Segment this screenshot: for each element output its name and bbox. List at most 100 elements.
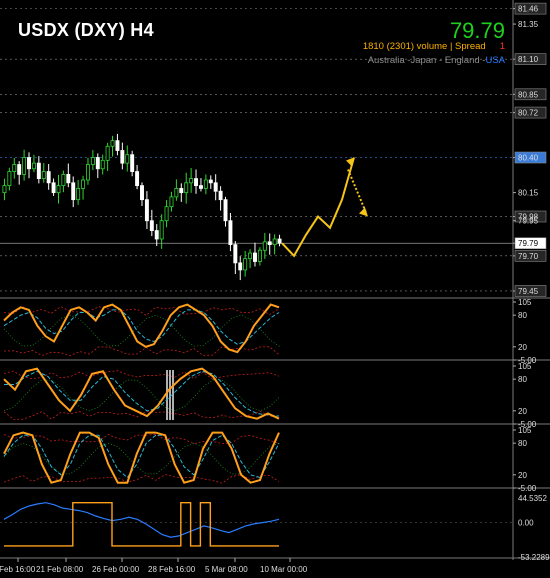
candle[interactable] xyxy=(208,175,213,189)
candle[interactable] xyxy=(272,234,277,255)
candle[interactable] xyxy=(159,214,164,249)
price-label: 80.85 xyxy=(518,90,539,99)
candle-body xyxy=(71,182,76,201)
indicator-axis-label: 105 xyxy=(518,298,532,307)
candle-body xyxy=(184,182,189,194)
candle[interactable] xyxy=(7,167,12,191)
candle[interactable] xyxy=(262,233,267,259)
candle-body xyxy=(56,185,61,194)
candlestick-series[interactable] xyxy=(2,133,282,281)
candle[interactable] xyxy=(12,158,17,179)
sessions-usa: USA xyxy=(485,55,505,66)
candle-body xyxy=(272,238,277,246)
candle[interactable] xyxy=(223,196,228,227)
candle[interactable] xyxy=(149,209,154,237)
candle[interactable] xyxy=(194,169,199,194)
candle-body xyxy=(12,164,17,172)
indicator-axis-label: 20 xyxy=(518,343,527,352)
candle[interactable] xyxy=(203,174,208,195)
candle-body xyxy=(267,241,272,246)
candle[interactable] xyxy=(164,200,169,228)
candle[interactable] xyxy=(2,178,7,201)
candle[interactable] xyxy=(85,157,90,185)
candle[interactable] xyxy=(125,145,130,172)
oscillator-panel-1[interactable] xyxy=(3,303,280,357)
indicator-axis-label: 80 xyxy=(518,375,527,384)
indicator-axes: 1058020-5.001058020-5.001058020-5.0044.5… xyxy=(513,298,550,562)
candle-body xyxy=(22,157,27,175)
sessions-text: Australia -Japan - England - xyxy=(367,55,486,66)
candle-body xyxy=(262,241,267,251)
candle[interactable] xyxy=(233,241,238,275)
candle[interactable] xyxy=(189,167,194,193)
candle[interactable] xyxy=(248,249,253,269)
candle[interactable] xyxy=(41,163,46,183)
candle-body xyxy=(179,188,184,194)
candle[interactable] xyxy=(27,152,31,179)
oscillator-panel-3[interactable] xyxy=(3,431,280,484)
price-label: 79.79 xyxy=(518,239,539,248)
candle[interactable] xyxy=(51,178,56,196)
candle[interactable] xyxy=(120,142,125,170)
candle-body xyxy=(257,249,262,262)
indicator-axis-label: 80 xyxy=(518,439,527,448)
candle[interactable] xyxy=(71,176,76,208)
candle[interactable] xyxy=(243,250,248,277)
oscillator-histogram-bar xyxy=(169,370,171,420)
candle[interactable] xyxy=(184,172,189,204)
candle[interactable] xyxy=(105,142,110,171)
candle[interactable] xyxy=(81,175,86,200)
candle[interactable] xyxy=(22,149,27,181)
candle[interactable] xyxy=(257,247,262,266)
candle[interactable] xyxy=(115,133,120,156)
candle-body xyxy=(238,262,243,271)
candle-body xyxy=(198,185,203,189)
candle-body xyxy=(194,178,199,187)
candle[interactable] xyxy=(218,186,223,211)
price-label: 79.45 xyxy=(518,287,539,296)
candle-body xyxy=(85,164,90,181)
trading-chart-canvas[interactable]: 81.4681.3581.1080.8580.7280.4080.1579.98… xyxy=(0,0,550,578)
candle[interactable] xyxy=(17,161,22,185)
momentum-panel[interactable] xyxy=(0,502,513,547)
chart-frames xyxy=(0,0,550,560)
candle[interactable] xyxy=(36,156,41,184)
candle[interactable] xyxy=(169,191,174,212)
candle[interactable] xyxy=(144,191,149,229)
candle[interactable] xyxy=(95,153,100,179)
price-axis: 81.4681.3581.1080.8580.7280.4080.1579.98… xyxy=(513,2,547,297)
candle[interactable] xyxy=(76,179,81,205)
candle-body xyxy=(144,199,149,222)
candle[interactable] xyxy=(140,182,144,206)
candle-body xyxy=(169,196,174,208)
candle[interactable] xyxy=(61,170,66,193)
candle[interactable] xyxy=(56,174,61,204)
candle[interactable] xyxy=(238,256,243,281)
band-line-upper xyxy=(3,306,280,317)
candle[interactable] xyxy=(213,174,218,201)
candle[interactable] xyxy=(277,234,282,247)
candle[interactable] xyxy=(198,178,203,192)
candle[interactable] xyxy=(253,242,257,267)
candle[interactable] xyxy=(267,233,272,255)
indicator-axis-label: 105 xyxy=(518,426,532,435)
candle[interactable] xyxy=(46,164,51,190)
momentum-line xyxy=(3,502,280,538)
candle-body xyxy=(159,220,164,240)
oscillator-panel-2[interactable] xyxy=(3,367,280,420)
indicator-axis-label: 80 xyxy=(518,311,527,320)
candle[interactable] xyxy=(174,179,179,201)
candle[interactable] xyxy=(130,150,135,177)
candle[interactable] xyxy=(90,150,95,171)
indicator-axis-label: 105 xyxy=(518,362,532,371)
candle[interactable] xyxy=(66,163,71,188)
oscillator-signal-line xyxy=(3,309,280,345)
candle[interactable] xyxy=(110,135,115,157)
volume-info-text: 1810 (2301) volume | Spread xyxy=(362,41,486,52)
candle[interactable] xyxy=(179,183,184,202)
candle-body xyxy=(149,220,154,231)
candle-body xyxy=(248,252,253,260)
candle[interactable] xyxy=(228,212,233,252)
candle[interactable] xyxy=(135,164,140,190)
candle[interactable] xyxy=(154,224,159,246)
